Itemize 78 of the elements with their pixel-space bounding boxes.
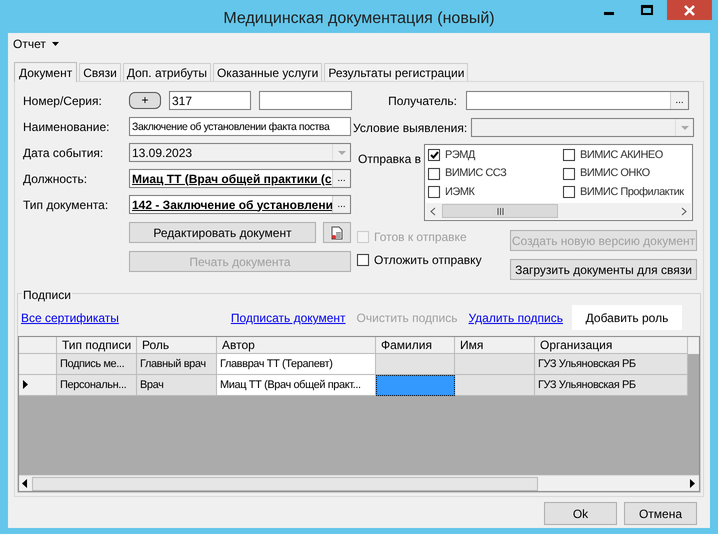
menu-item[interactable]: Отчет bbox=[13, 35, 59, 53]
grip-icon bbox=[496, 208, 504, 214]
field-label: Должность: bbox=[23, 170, 88, 188]
table-cell[interactable]: Персональн... bbox=[57, 374, 137, 396]
checkmark-icon bbox=[430, 151, 438, 159]
checkbox[interactable] bbox=[563, 168, 575, 180]
browse-button[interactable]: ... bbox=[332, 170, 350, 187]
window-title: Медицинская документация (новый) bbox=[222, 9, 496, 29]
horizontal-scrollbar[interactable] bbox=[426, 203, 691, 219]
recipient-field[interactable]: ... bbox=[466, 91, 689, 110]
table-cell[interactable]: ГУЗ Ульяновская РБ bbox=[535, 354, 688, 375]
tab[interactable]: Связи bbox=[79, 63, 121, 81]
table-cell[interactable] bbox=[376, 354, 455, 375]
field-label: Отправка в bbox=[358, 151, 422, 168]
checkbox[interactable] bbox=[428, 149, 440, 161]
table-cell[interactable]: Подпись ме... bbox=[57, 354, 137, 375]
send-to-list[interactable]: РЭМД ВИМИС ССЗ ИЭМК ВИМИС АКИНЕО ВИМИС ОНКО ВИМИС Профилактик bbox=[424, 144, 693, 221]
link[interactable]: Подписать документ bbox=[230, 308, 346, 327]
caret-icon bbox=[52, 42, 59, 46]
row-header[interactable] bbox=[19, 374, 57, 396]
right-arrow-icon bbox=[690, 479, 695, 488]
close-button[interactable] bbox=[667, 0, 712, 20]
scroll-thumb[interactable] bbox=[32, 476, 538, 490]
document-icon bbox=[331, 226, 343, 240]
link[interactable]: Удалить подпись bbox=[468, 308, 563, 327]
horizontal-scrollbar[interactable] bbox=[19, 475, 699, 491]
caret-icon bbox=[680, 126, 688, 130]
current-row-icon bbox=[23, 380, 28, 390]
series-field[interactable] bbox=[259, 91, 352, 110]
tab[interactable]: Оказанные услуги bbox=[212, 63, 322, 81]
tab[interactable]: Документ bbox=[14, 62, 78, 82]
tab[interactable]: Результаты регистрации bbox=[324, 63, 468, 81]
edit-document-button[interactable]: Редактировать документ bbox=[129, 222, 316, 243]
table-cell[interactable]: Миац ТТ (Врач общей практ... bbox=[217, 374, 376, 396]
field-label: Получатель: bbox=[387, 92, 458, 110]
scroll-thumb[interactable] bbox=[442, 204, 558, 218]
document-type-field[interactable]: 142 - Заключение об установлени ... bbox=[129, 195, 351, 214]
dialog-button[interactable]: Отмена bbox=[624, 502, 697, 525]
table-cell[interactable]: ГУЗ Ульяновская РБ bbox=[535, 374, 688, 396]
field-label: Тип документа: bbox=[23, 196, 110, 214]
option-label: ВИМИС Профилактик bbox=[580, 185, 684, 200]
dialog-button[interactable]: Ok bbox=[544, 502, 617, 525]
browse-button[interactable]: ... bbox=[332, 196, 350, 213]
action-button[interactable]: Загрузить документы для связи bbox=[510, 259, 697, 280]
option-label: ВИМИС АКИНЕО bbox=[580, 148, 663, 163]
option-label: ВИМИС ОНКО bbox=[580, 166, 650, 182]
option-label: ИЭМК bbox=[445, 185, 474, 200]
option-label: ВИМИС ССЗ bbox=[445, 166, 506, 182]
left-arrow-icon bbox=[22, 479, 27, 488]
caret-icon bbox=[338, 150, 346, 154]
link[interactable]: Все сертификаты bbox=[21, 308, 119, 327]
checkbox[interactable] bbox=[428, 168, 440, 180]
add-role-button[interactable]: Добавить роль bbox=[572, 305, 682, 330]
checkbox[interactable] bbox=[428, 186, 440, 198]
field-label: Наименование: bbox=[23, 118, 111, 136]
table-cell[interactable]: Главный врач bbox=[137, 354, 217, 375]
tab[interactable]: Доп. атрибуты bbox=[122, 63, 211, 81]
checkbox[interactable] bbox=[563, 149, 575, 161]
table-cell[interactable]: Врач bbox=[137, 374, 217, 396]
field-label: Дата события: bbox=[23, 144, 104, 162]
option-label: РЭМД bbox=[445, 148, 475, 163]
table-cell[interactable]: Главврач ТТ (Терапевт) bbox=[217, 354, 376, 375]
table-cell[interactable] bbox=[455, 374, 535, 396]
position-field[interactable]: Миац ТТ (Врач общей практики (с ... bbox=[129, 169, 351, 188]
add-button[interactable]: + bbox=[129, 92, 161, 109]
file-button[interactable] bbox=[323, 222, 351, 243]
checkbox-label: Отложить отправку bbox=[374, 252, 482, 269]
table-cell[interactable] bbox=[455, 354, 535, 375]
browse-button[interactable]: ... bbox=[670, 92, 688, 109]
number-field[interactable]: 317 bbox=[169, 91, 251, 110]
name-field[interactable]: Заключение об установлении факта поства bbox=[129, 117, 351, 136]
field-label: Номер/Серия: bbox=[23, 92, 103, 110]
checkbox-label: Готов к отправке bbox=[374, 229, 467, 246]
close-icon bbox=[684, 4, 695, 16]
checkbox[interactable] bbox=[563, 186, 575, 198]
field-label: Условие выявления: bbox=[353, 120, 468, 136]
checkbox[interactable] bbox=[357, 254, 369, 266]
table-cell[interactable] bbox=[376, 374, 455, 396]
